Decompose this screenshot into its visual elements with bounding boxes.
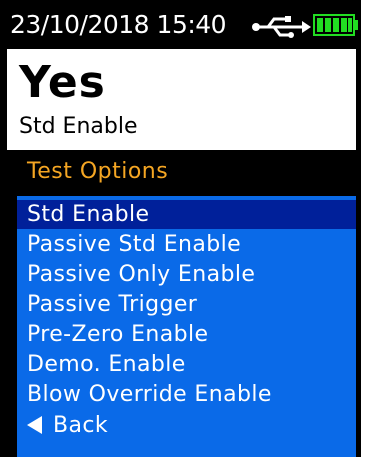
back-button[interactable]: Back xyxy=(17,411,356,440)
menu-item-passive-only-enable[interactable]: Passive Only Enable xyxy=(17,260,356,289)
back-label: Back xyxy=(53,413,109,438)
menu-item-std-enable[interactable]: Std Enable xyxy=(17,200,356,229)
menu-item-pre-zero-enable[interactable]: Pre-Zero Enable xyxy=(17,320,356,349)
menu-item-label: Pre-Zero Enable xyxy=(27,322,209,347)
options-menu: Std Enable Passive Std Enable Passive On… xyxy=(17,196,356,457)
menu-item-blow-override-enable[interactable]: Blow Override Enable xyxy=(17,380,356,409)
menu-item-label: Passive Std Enable xyxy=(27,232,242,257)
menu-item-label: Passive Trigger xyxy=(27,292,198,317)
battery-full-icon xyxy=(313,14,358,36)
current-setting-name: Std Enable xyxy=(19,114,138,139)
menu-item-label: Std Enable xyxy=(27,202,150,227)
menu-item-label: Demo. Enable xyxy=(27,352,186,377)
current-value: Yes xyxy=(19,57,106,108)
menu-item-demo-enable[interactable]: Demo. Enable xyxy=(17,350,356,379)
current-value-panel: Yes Std Enable xyxy=(7,49,356,150)
section-title: Test Options xyxy=(27,159,169,184)
menu-item-passive-std-enable[interactable]: Passive Std Enable xyxy=(17,230,356,259)
status-datetime: 23/10/2018 15:40 xyxy=(10,10,227,39)
usb-icon xyxy=(252,16,311,38)
menu-item-passive-trigger[interactable]: Passive Trigger xyxy=(17,290,356,319)
device-screen: 23/10/2018 15:40 Yes Std Enable Test Opt… xyxy=(0,0,361,457)
status-bar: 23/10/2018 15:40 xyxy=(0,0,361,49)
back-arrow-icon xyxy=(27,416,42,434)
menu-item-label: Blow Override Enable xyxy=(27,382,272,407)
menu-item-label: Passive Only Enable xyxy=(27,262,256,287)
